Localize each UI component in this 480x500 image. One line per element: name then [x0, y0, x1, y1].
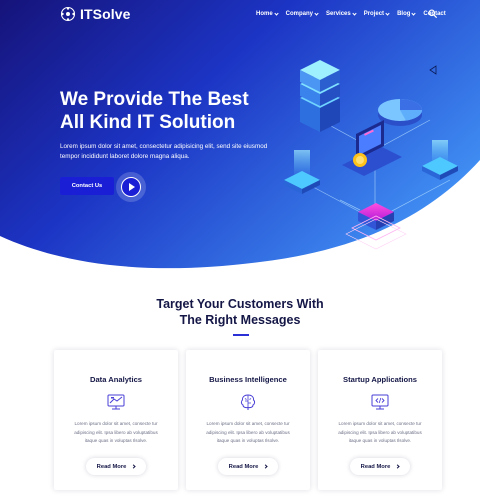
card-description-line3: itaque quas in voluptas Ilsolve. — [348, 438, 412, 443]
hero-title-line1: We Provide The Best — [60, 89, 249, 110]
read-more-label: Read More — [228, 463, 259, 470]
card-description: Lorem ipsum dolor sit amet, consecte tur… — [328, 420, 432, 446]
read-more-button[interactable]: Read More — [350, 458, 410, 475]
read-more-label: Read More — [96, 463, 127, 470]
service-card-data-analytics: Data Analytics Lorem ipsum dolor sit ame… — [54, 350, 178, 490]
card-description-line2: adipiscing elit. Ipsa libero ab voluptat… — [74, 429, 158, 435]
nav-home-label: Home — [256, 11, 273, 17]
section-title-line1: Target Your Customers With — [156, 297, 324, 311]
nav-blog-label: Blog — [397, 11, 411, 17]
card-description: Lorem ipsum dolor sit amet, consecte tur… — [196, 420, 300, 446]
card-description-line3: itaque quas in voluptas Ilsolve. — [84, 438, 148, 443]
nav-project[interactable]: Project — [363, 10, 390, 17]
card-title: Startup Applications — [343, 375, 417, 384]
card-description-line1: Lorem ipsum dolor sit amet, consecte tur — [206, 421, 290, 426]
server-stack-large — [300, 60, 340, 132]
play-button-inner — [121, 177, 141, 197]
nav-company-label: Company — [285, 11, 314, 17]
card-description: Lorem ipsum dolor sit amet, consecte tur… — [64, 420, 168, 446]
monitor-code-icon — [371, 394, 389, 410]
logo-icon — [60, 6, 76, 22]
analytics-icon — [107, 394, 125, 410]
glow-pad-right — [422, 140, 458, 180]
chevron-down-icon — [274, 10, 279, 16]
play-video-button[interactable] — [116, 172, 146, 202]
chevron-right-icon — [131, 464, 136, 469]
brand-name: ITSolve — [80, 6, 131, 22]
chevron-down-icon — [314, 10, 319, 16]
isometric-illustration — [284, 60, 458, 250]
chevron-down-icon — [352, 10, 357, 16]
read-more-button[interactable]: Read More — [86, 458, 146, 475]
card-title: Business Intelligence — [209, 375, 287, 384]
service-card-startup-applications: Startup Applications Lorem ipsum dolor s… — [318, 350, 442, 490]
nav-blog[interactable]: Blog — [397, 10, 417, 17]
main-menu: Home Company Services Project Blog Conta… — [256, 10, 454, 17]
triangle-decoration — [429, 65, 437, 75]
brain-icon — [240, 394, 256, 410]
nav-services[interactable]: Services — [326, 10, 357, 17]
hero-section: ITSolve Home Company Services Project Bl… — [0, 0, 480, 272]
glow-pad-left — [284, 150, 320, 194]
nav-home[interactable]: Home — [256, 10, 279, 17]
card-description-line3: itaque quas in voluptas Ilsolve. — [216, 438, 280, 443]
card-description-line2: adipiscing elit. Ipsa libero ab voluptat… — [338, 429, 422, 435]
chevron-right-icon — [263, 464, 268, 469]
search-icon[interactable] — [428, 9, 437, 18]
logo[interactable]: ITSolve — [60, 6, 131, 22]
service-card-business-intelligence: Business Intelligence Lorem ipsum dolor … — [186, 350, 310, 490]
section-title: Target Your Customers With The Right Mes… — [0, 296, 480, 328]
hero-title: We Provide The Best All Kind IT Solution — [60, 88, 300, 134]
top-nav: ITSolve Home Company Services Project Bl… — [0, 0, 480, 30]
chevron-down-icon — [411, 10, 417, 16]
play-icon — [129, 183, 135, 191]
section-divider — [233, 334, 249, 336]
chevron-right-icon — [395, 464, 400, 469]
contact-us-button[interactable]: Contact Us — [60, 177, 114, 195]
nav-project-label: Project — [363, 11, 385, 17]
card-description-line2: adipiscing elit. Ipsa libero ab voluptat… — [206, 429, 290, 435]
hero-description-line2: tempor incididunt laboret dolore magna a… — [60, 153, 190, 160]
laptop-graphic — [342, 120, 402, 176]
nav-company[interactable]: Company — [285, 10, 319, 17]
pie-chart-graphic — [378, 99, 423, 126]
hero-description-line1: Lorem ipsum dolor sit amet, consectetur … — [60, 143, 268, 150]
read-more-button[interactable]: Read More — [218, 458, 278, 475]
read-more-label: Read More — [360, 463, 391, 470]
hero-description: Lorem ipsum dolor sit amet, consectetur … — [60, 142, 275, 162]
card-title: Data Analytics — [89, 375, 143, 384]
section-title-line2: The Right Messages — [179, 313, 301, 327]
card-description-line1: Lorem ipsum dolor sit amet, consecte tur — [338, 421, 422, 426]
server-stack-pink — [345, 203, 407, 250]
hero-title-line2: All Kind IT Solution — [60, 112, 236, 133]
chevron-down-icon — [385, 10, 390, 16]
nav-services-label: Services — [326, 11, 351, 17]
card-description-line1: Lorem ipsum dolor sit amet, consecte tur — [74, 421, 158, 426]
